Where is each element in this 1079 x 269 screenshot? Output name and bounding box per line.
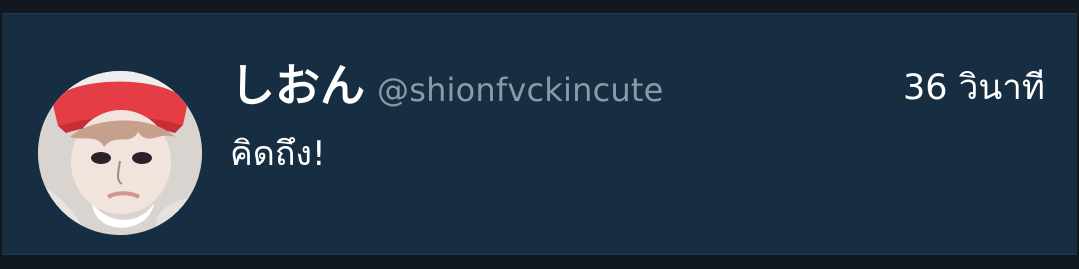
profile-avatar-image bbox=[38, 71, 202, 235]
profile-avatar[interactable] bbox=[38, 71, 202, 235]
tweet-timestamp[interactable]: 36 วินาที bbox=[903, 64, 1045, 112]
display-name[interactable]: しおん bbox=[230, 56, 365, 116]
tweet-text: คิดถึง! bbox=[230, 134, 326, 174]
app-frame: しおん @shionfvckincute 36 วินาที คิดถึง! bbox=[0, 0, 1079, 269]
user-handle[interactable]: @shionfvckincute bbox=[377, 68, 664, 112]
tweet-card[interactable]: しおん @shionfvckincute 36 วินาที คิดถึง! bbox=[2, 13, 1077, 255]
